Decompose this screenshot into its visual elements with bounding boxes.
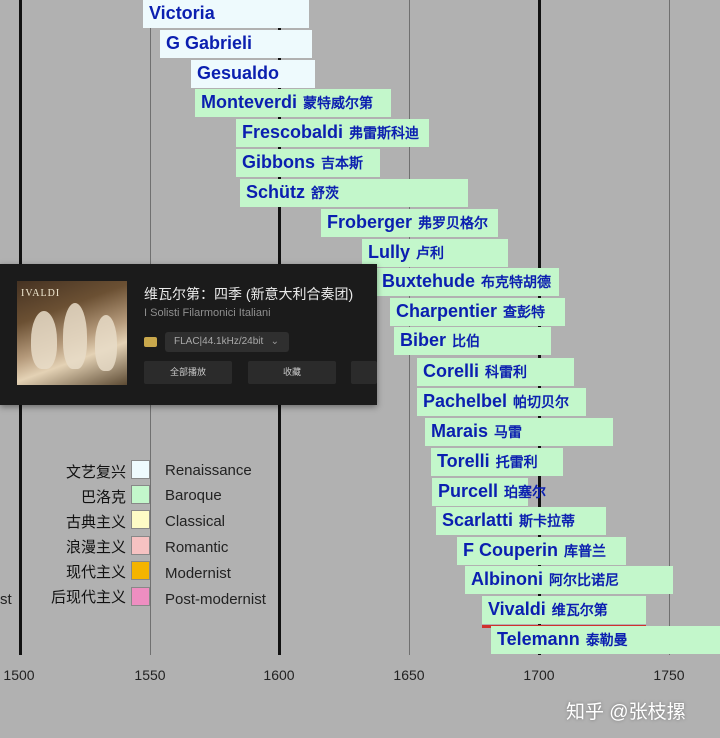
- truncated-label: st: [0, 591, 12, 608]
- composer-label: F Couperin 库普兰: [463, 540, 606, 560]
- composer-bar-lully: Lully 卢利: [362, 239, 508, 267]
- composer-label: Biber 比伯: [400, 330, 481, 350]
- composer-bar-purcell: Purcell 珀塞尔: [432, 478, 546, 506]
- legend-label-classical: Classical: [165, 513, 226, 530]
- music-player-panel: IVALDI 维瓦尔第：四季 (新意大利合奏团) I Solisti Filar…: [0, 264, 377, 405]
- x-tick-1750: 1750: [653, 667, 685, 683]
- legend-label-baroque-cn: 巴洛克: [80, 489, 126, 506]
- composer-bar-biber: Biber 比伯: [394, 327, 551, 355]
- legend-label-modernist: Modernist: [165, 565, 231, 582]
- chevron-down-icon: ⌄: [270, 336, 279, 347]
- x-tick-1550: 1550: [134, 667, 166, 683]
- x-tick-1600: 1600: [263, 667, 295, 683]
- album-cover[interactable]: IVALDI: [17, 281, 127, 385]
- x-tick-1700: 1700: [523, 667, 555, 683]
- composer-label: Pachelbel 帕切贝尔: [423, 391, 570, 411]
- play-all-button[interactable]: 全部播放: [144, 361, 232, 384]
- legend-label-modernist-cn: 现代主义: [65, 564, 126, 581]
- composer-bar-torelli: Torelli 托雷利: [431, 448, 563, 476]
- timeline-chart: Victoria G Gabrieli Gesualdo Monteverdi 蒙…: [0, 0, 720, 738]
- composer-label: Gesualdo: [197, 63, 280, 83]
- gridline-1750: [669, 0, 670, 655]
- composer-bar-vivaldi: Vivaldi 维瓦尔第: [482, 596, 646, 624]
- watermark-text: 知乎 @张枝摞: [566, 702, 686, 723]
- composer-label: Telemann 泰勒曼: [497, 629, 628, 649]
- composer-bar-gesualdo: Gesualdo: [191, 60, 315, 88]
- composer-bar-g-gabrieli: G Gabrieli: [160, 30, 312, 58]
- composer-label: Corelli 科雷利: [423, 361, 528, 381]
- composer-bar-f-couperin: F Couperin 库普兰: [457, 537, 626, 565]
- legend-label-post-modernist: Post-modernist: [165, 591, 266, 608]
- composer-bar-marais: Marais 马雷: [425, 418, 613, 446]
- x-tick-1500: 1500: [3, 667, 35, 683]
- composer-bar-gibbons: Gibbons 吉本斯: [236, 149, 380, 177]
- composer-bar-frescobaldi: Frescobaldi 弗雷斯科迪: [236, 119, 429, 147]
- favorite-button[interactable]: 收藏: [248, 361, 336, 384]
- composer-label: Frescobaldi 弗雷斯科迪: [242, 122, 420, 142]
- legend-label-classical-cn: 古典主义: [65, 514, 126, 531]
- composer-label: Vivaldi 维瓦尔第: [488, 599, 608, 619]
- composer-label: Albinoni 阿尔比诺尼: [471, 569, 619, 589]
- legend-label-renaissance-cn: 文艺复兴: [65, 464, 126, 481]
- composer-bar-charpentier: Charpentier 查彭特: [390, 298, 565, 326]
- composer-bar-buxtehude: Buxtehude 布克特胡德: [376, 268, 559, 296]
- artist-name[interactable]: I Solisti Filarmonici Italiani: [144, 307, 271, 319]
- composer-label: Charpentier 查彭特: [396, 301, 546, 321]
- legend-swatch-romantic: [131, 536, 150, 555]
- legend-swatch-renaissance: [131, 460, 150, 479]
- legend-swatch-post-modernist: [131, 587, 150, 606]
- track-title[interactable]: 维瓦尔第：四季 (新意大利合奏团): [144, 284, 353, 304]
- legend-swatch-modernist: [131, 561, 150, 580]
- composer-bar-froberger: Froberger 弗罗贝格尔: [321, 209, 498, 237]
- composer-bar-schutz: Schütz 舒茨: [240, 179, 468, 207]
- composer-bar-monteverdi: Monteverdi 蒙特威尔第: [195, 89, 391, 117]
- composer-label: Victoria: [149, 3, 215, 23]
- legend-label-baroque: Baroque: [165, 487, 222, 504]
- composer-bar-pachelbel: Pachelbel 帕切贝尔: [417, 388, 586, 416]
- composer-label: Buxtehude 布克特胡德: [382, 271, 552, 291]
- composer-bar-albinoni: Albinoni 阿尔比诺尼: [465, 566, 673, 594]
- more-button[interactable]: [351, 361, 377, 384]
- composer-label: Gibbons 吉本斯: [242, 152, 363, 172]
- legend-label-romantic: Romantic: [165, 539, 229, 556]
- legend-swatch-baroque: [131, 485, 150, 504]
- composer-bar-corelli: Corelli 科雷利: [417, 358, 574, 386]
- composer-label: Monteverdi 蒙特威尔第: [201, 92, 374, 112]
- album-cover-label: IVALDI: [21, 288, 61, 299]
- composer-bar-victoria: Victoria: [143, 0, 309, 28]
- legend-label-post-modernist-cn: 后现代主义: [50, 589, 126, 606]
- hq-badge-icon: [144, 337, 157, 347]
- composer-label: Purcell 珀塞尔: [438, 481, 547, 501]
- composer-label: Marais 马雷: [431, 421, 523, 441]
- legend-swatch-classical: [131, 510, 150, 529]
- format-select[interactable]: FLAC|44.1kHz/24bit ⌄: [165, 332, 289, 352]
- composer-label: Schütz 舒茨: [246, 182, 340, 202]
- x-tick-1650: 1650: [393, 667, 425, 683]
- format-value: FLAC|44.1kHz/24bit: [174, 336, 264, 347]
- legend-label-romantic-cn: 浪漫主义: [65, 539, 126, 556]
- composer-label: G Gabrieli: [166, 33, 253, 53]
- composer-label: Scarlatti 斯卡拉蒂: [442, 510, 576, 530]
- legend-label-renaissance: Renaissance: [165, 462, 252, 479]
- composer-label: Torelli 托雷利: [437, 451, 538, 471]
- composer-bar-scarlatti: Scarlatti 斯卡拉蒂: [436, 507, 606, 535]
- composer-label: Froberger 弗罗贝格尔: [327, 212, 489, 232]
- composer-label: Lully 卢利: [368, 242, 445, 262]
- composer-bar-telemann: Telemann 泰勒曼: [491, 626, 720, 654]
